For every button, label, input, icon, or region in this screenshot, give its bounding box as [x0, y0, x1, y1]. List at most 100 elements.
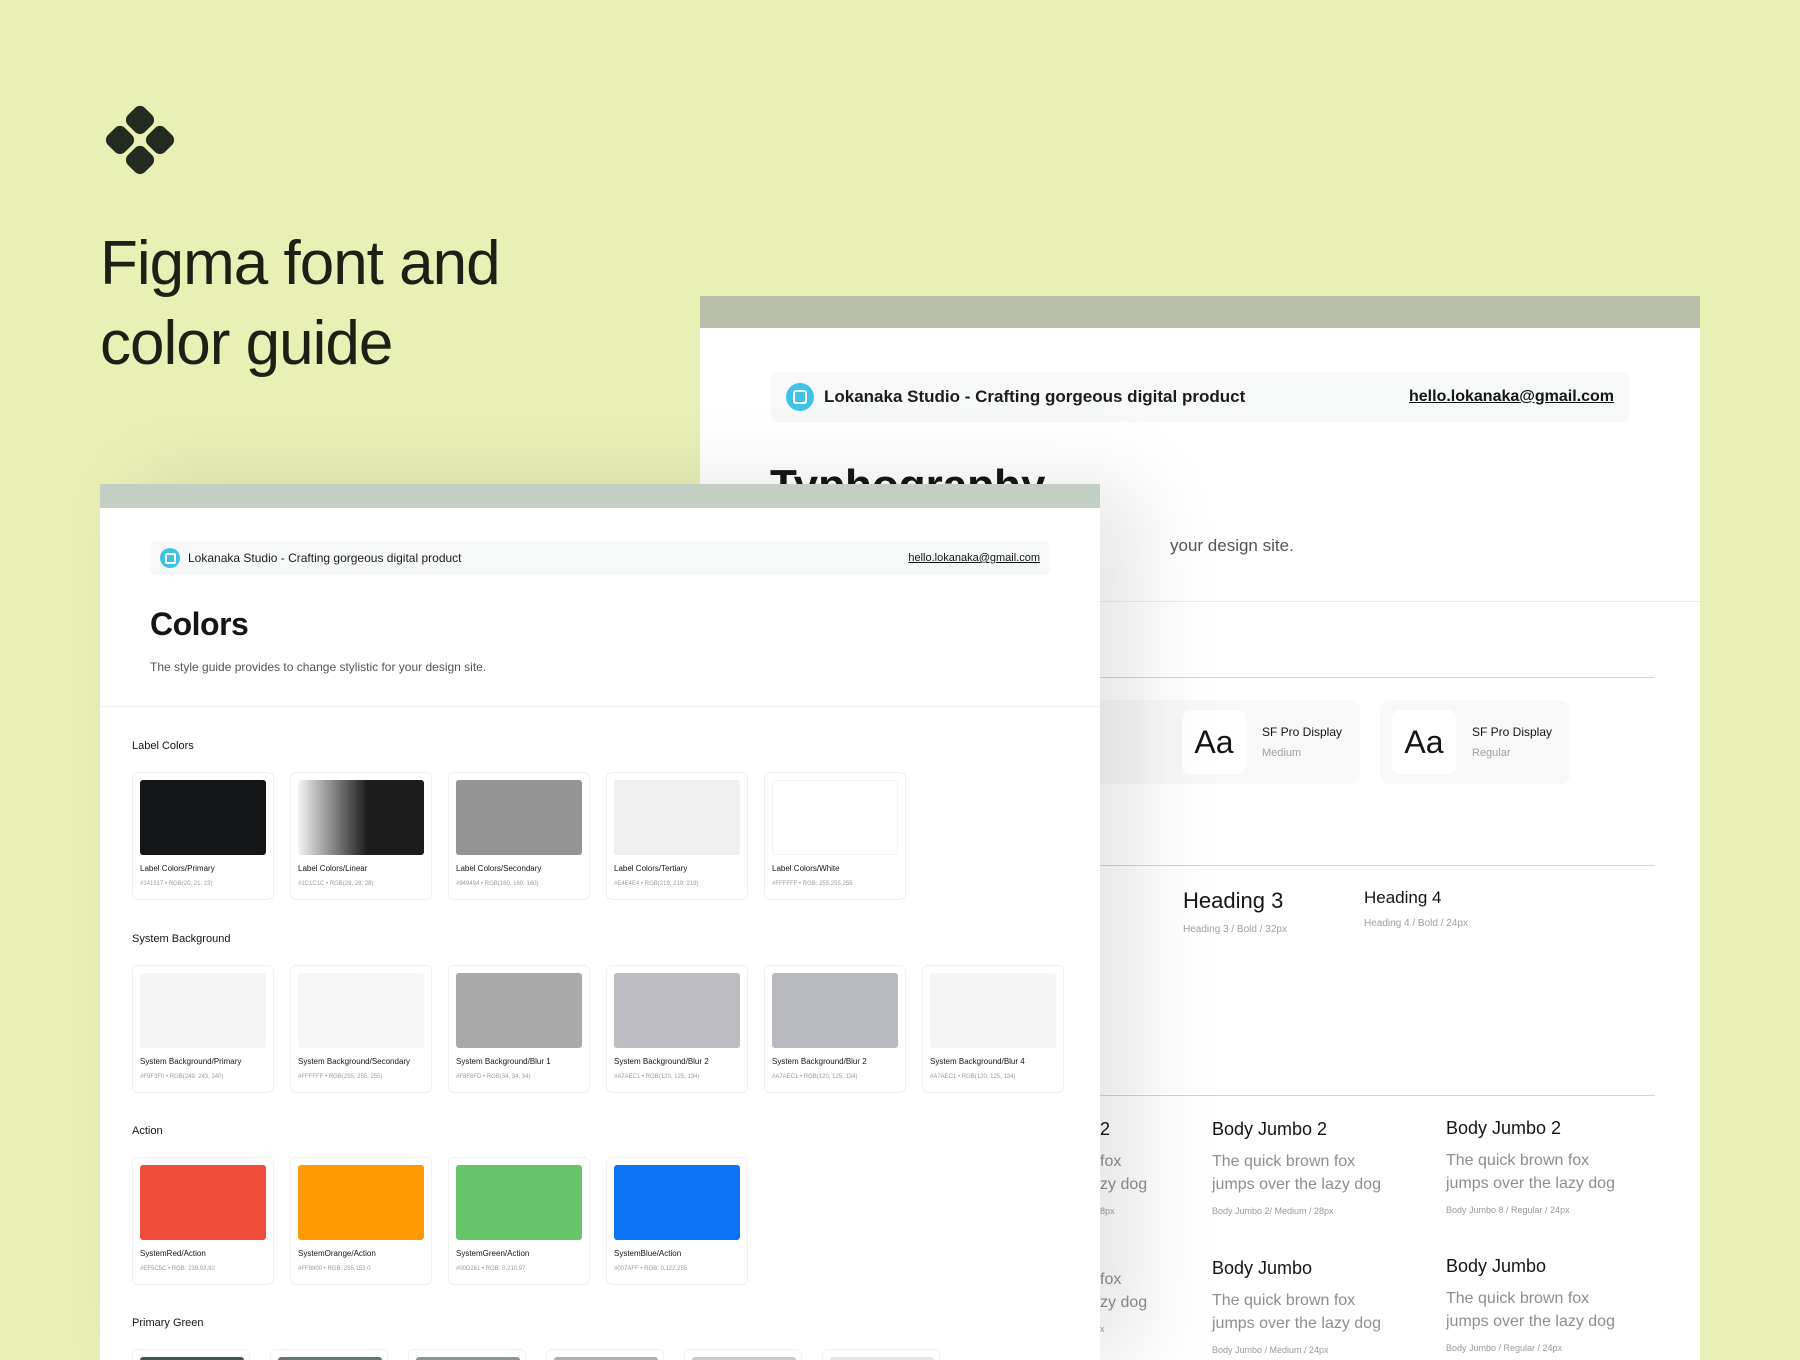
body-spec: Body Jumbo The quick brown fox jumps ove…: [1446, 1256, 1636, 1353]
swatch-name: Label Colors/Primary: [140, 864, 215, 873]
heading-title: Heading 4: [1364, 888, 1442, 907]
section-label: Label Colors: [132, 740, 194, 752]
color-swatch[interactable]: Label Colors/Primary #141517 • RGB(20, 21…: [132, 772, 274, 900]
swatch-name: Label Colors/White: [772, 864, 840, 873]
color-chip: [772, 973, 898, 1048]
swatch-code: #007AFF • RGB: 0,122,255: [614, 1266, 688, 1272]
email-link[interactable]: hello.lokanaka@gmail.com: [908, 552, 1040, 564]
color-chip: [140, 973, 266, 1048]
swatch-name: System Background/Blur 4: [930, 1057, 1025, 1066]
swatch-code: #FFFFFF • RGB: 255,255,255: [772, 881, 853, 887]
color-swatch[interactable]: System Background/Blur 4 #A7AEC1 • RGB(12…: [922, 965, 1064, 1093]
body-title: Body Jumbo: [1446, 1256, 1547, 1276]
color-swatch[interactable]: SystemRed/Action #EF5C5C • RGB: 239,92,92: [132, 1157, 274, 1285]
body-spec-partial: fox zy dog x: [1100, 1258, 1190, 1334]
colors-panel-topbar: [100, 484, 1100, 508]
color-swatch[interactable]: [822, 1349, 940, 1360]
heading-meta: Heading 4 / Bold / 24px: [1364, 918, 1468, 929]
heading-spec: Heading 4 Heading 4 / Bold / 24px: [1364, 888, 1468, 929]
font-weight: Regular: [1472, 747, 1511, 759]
color-swatch[interactable]: Label Colors/Tertiary #E4E4E4 • RGB(219, …: [606, 772, 748, 900]
color-swatch[interactable]: [546, 1349, 664, 1360]
color-swatch[interactable]: System Background/Blur 2 #A7AEC1 • RGB(12…: [764, 965, 906, 1093]
typography-header-bar: Lokanaka Studio - Crafting gorgeous digi…: [770, 372, 1630, 422]
color-swatch[interactable]: [132, 1349, 250, 1360]
body-title: 2: [1100, 1119, 1111, 1139]
swatch-row-label-colors: Label Colors/Primary #141517 • RGB(20, 21…: [132, 772, 906, 900]
body-title: Body Jumbo 2: [1212, 1119, 1328, 1139]
colors-header-bar: Lokanaka Studio - Crafting gorgeous digi…: [150, 541, 1050, 575]
colors-description: The style guide provides to change styli…: [150, 660, 487, 674]
swatch-code: #00D261 • RGB: 0,210,97: [456, 1266, 526, 1272]
typography-panel-topbar: [700, 296, 1700, 328]
color-swatch[interactable]: Label Colors/Secondary #949494 • RGB(160,…: [448, 772, 590, 900]
swatch-code: #A7AEC1 • RGB(120, 125, 134): [772, 1074, 858, 1080]
swatch-row-action: SystemRed/Action #EF5C5C • RGB: 239,92,92…: [132, 1157, 748, 1285]
swatch-name: System Background/Secondary: [298, 1057, 411, 1066]
swatch-name: System Background/Blur 2: [772, 1057, 867, 1066]
swatch-code: #FF9900 • RGB: 255,153,0: [298, 1266, 371, 1272]
body-meta: Body Jumbo 2/ Medium / 28px: [1212, 1206, 1334, 1216]
color-chip: [456, 973, 582, 1048]
body-spec: Body Jumbo 2 The quick brown fox jumps o…: [1446, 1118, 1636, 1215]
body-meta: Body Jumbo 8 / Regular / 24px: [1446, 1205, 1570, 1215]
color-swatch[interactable]: System Background/Blur 1 #F8F8FD • RGB(34…: [448, 965, 590, 1093]
font-name: SF Pro Display: [1472, 725, 1553, 739]
body-sample: The quick brown fox jumps over the lazy …: [1212, 1292, 1381, 1332]
hero-title-line-2: color guide: [100, 309, 393, 378]
hero-title: Figma font and color guide: [100, 224, 620, 384]
colors-title: Colors: [150, 606, 249, 642]
color-chip: [614, 973, 740, 1048]
color-chip: [614, 1165, 740, 1240]
swatch-name: SystemOrange/Action: [298, 1249, 376, 1258]
font-card[interactable]: Aa SF Pro Display Regular: [1380, 700, 1570, 784]
color-swatch[interactable]: System Background/Primary #F9F3F0 • RGB(2…: [132, 965, 274, 1093]
heading-meta: Heading 3 / Bold / 32px: [1183, 924, 1287, 935]
color-chip: [298, 1165, 424, 1240]
font-preview-aa: Aa: [1392, 710, 1456, 774]
swatch-code: #FFFFFF • RGB(255, 255, 255): [298, 1074, 383, 1080]
color-chip: [930, 973, 1056, 1048]
swatch-name: System Background/Primary: [140, 1057, 242, 1066]
body-meta: Body Jumbo / Medium / 24px: [1212, 1345, 1329, 1355]
color-swatch[interactable]: [270, 1349, 388, 1360]
swatch-name: SystemRed/Action: [140, 1249, 206, 1258]
color-chip: [298, 973, 424, 1048]
color-swatch[interactable]: Label Colors/White #FFFFFF • RGB: 255,255…: [764, 772, 906, 900]
color-chip: [140, 780, 266, 855]
email-link[interactable]: hello.lokanaka@gmail.com: [1409, 388, 1614, 406]
color-swatch[interactable]: SystemGreen/Action #00D261 • RGB: 0,210,9…: [448, 1157, 590, 1285]
divider: [100, 706, 1100, 707]
heading-spec: Heading 3 Heading 3 / Bold / 32px: [1183, 888, 1287, 935]
color-swatch[interactable]: [684, 1349, 802, 1360]
body-sample: The quick brown fox jumps over the lazy …: [1212, 1153, 1381, 1193]
color-swatch[interactable]: [408, 1349, 526, 1360]
color-swatch[interactable]: System Background/Secondary #FFFFFF • RGB…: [290, 965, 432, 1093]
studio-badge-icon: [160, 548, 180, 568]
color-chip: [456, 1165, 582, 1240]
swatch-code: #A7AEC1 • RGB(120, 125, 134): [930, 1074, 1016, 1080]
font-card[interactable]: Aa SF Pro Display Medium: [1170, 700, 1360, 784]
body-sample: fox zy dog: [1100, 1271, 1148, 1311]
body-spec: Body Jumbo The quick brown fox jumps ove…: [1212, 1258, 1402, 1355]
color-swatch[interactable]: SystemBlue/Action #007AFF • RGB: 0,122,25…: [606, 1157, 748, 1285]
swatch-name: Label Colors/Tertiary: [614, 864, 688, 873]
swatch-code: #A7AEC1 • RGB(120, 125, 134): [614, 1074, 700, 1080]
font-preview-aa: Aa: [1182, 710, 1246, 774]
color-swatch[interactable]: System Background/Blur 2 #A7AEC1 • RGB(12…: [606, 965, 748, 1093]
swatch-row-system-background: System Background/Primary #F9F3F0 • RGB(2…: [132, 965, 1064, 1093]
studio-brand[interactable]: Lokanaka Studio - Crafting gorgeous digi…: [786, 383, 1245, 411]
body-sample: The quick brown fox jumps over the lazy …: [1446, 1152, 1615, 1192]
swatch-name: SystemBlue/Action: [614, 1249, 682, 1258]
color-swatch[interactable]: SystemOrange/Action #FF9900 • RGB: 255,15…: [290, 1157, 432, 1285]
colors-panel: Lokanaka Studio - Crafting gorgeous digi…: [100, 484, 1100, 1360]
studio-brand[interactable]: Lokanaka Studio - Crafting gorgeous digi…: [160, 548, 462, 568]
body-spec: Body Jumbo 2 The quick brown fox jumps o…: [1212, 1119, 1402, 1216]
studio-name: Lokanaka Studio - Crafting gorgeous digi…: [824, 387, 1246, 406]
studio-badge-icon: [786, 383, 814, 411]
swatch-code: #E4E4E4 • RGB(219, 219, 219): [614, 881, 699, 887]
body-meta: Body Jumbo / Regular / 24px: [1446, 1343, 1563, 1353]
studio-name: Lokanaka Studio - Crafting gorgeous digi…: [188, 551, 462, 565]
color-chip: [456, 780, 582, 855]
color-swatch[interactable]: Label Colors/Linear #1C1C1C • RGB(28, 28,…: [290, 772, 432, 900]
